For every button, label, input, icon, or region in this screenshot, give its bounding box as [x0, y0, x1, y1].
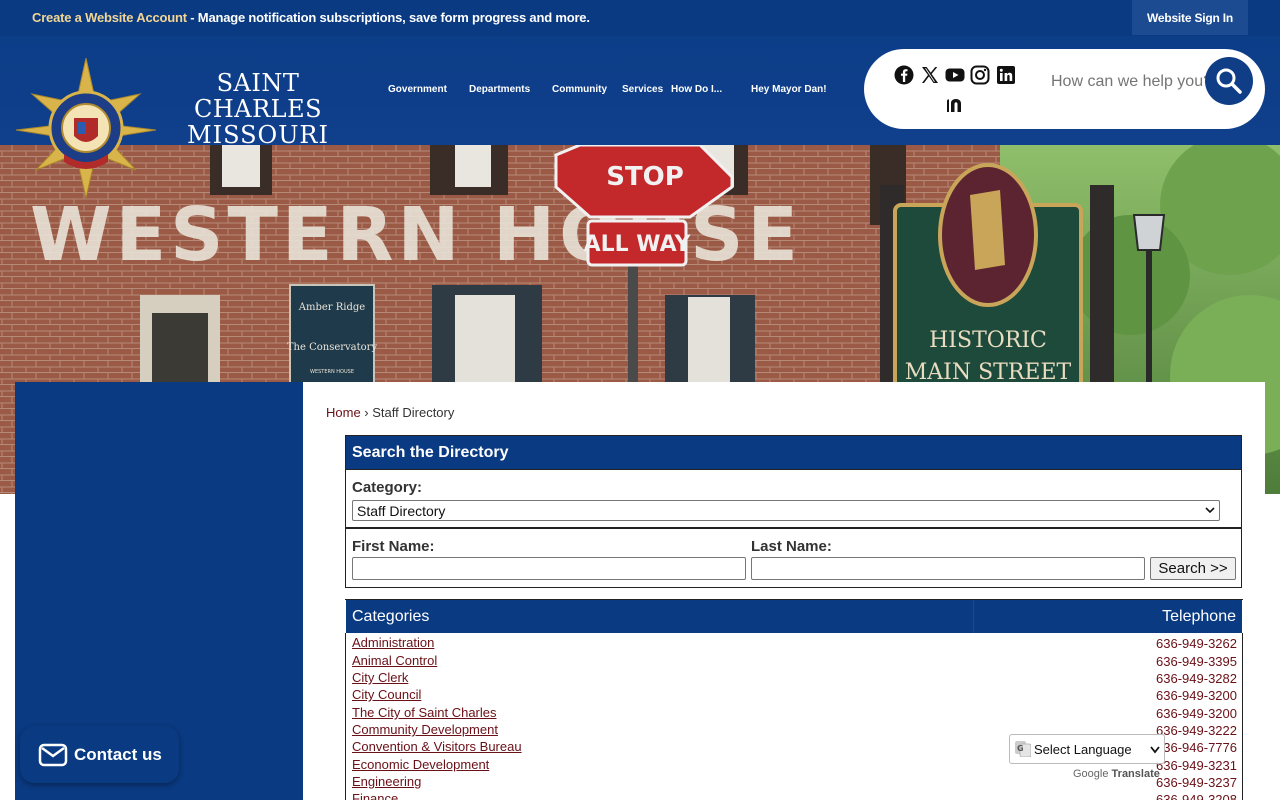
table-row: City Clerk 636-949-3282	[346, 670, 1242, 687]
svg-text:The Conservatory: The Conservatory	[287, 342, 378, 353]
select-language-label: Select Language	[1034, 742, 1132, 757]
first-name-input[interactable]	[352, 557, 746, 580]
svg-text:G: G	[1017, 744, 1024, 753]
search-button[interactable]	[1205, 57, 1253, 105]
envelope-icon	[38, 743, 68, 767]
col-telephone: Telephone	[1162, 608, 1236, 625]
svg-text:HISTORIC: HISTORIC	[929, 328, 1047, 353]
category-link-city-of-saint-charles[interactable]: The City of Saint Charles	[352, 705, 497, 720]
instagram-icon[interactable]	[970, 65, 990, 85]
breadcrumb-current: Staff Directory	[372, 405, 455, 420]
phone-number: 636-949-3222	[1156, 723, 1237, 738]
table-row: Animal Control 636-949-3395	[346, 653, 1242, 670]
contact-us-button[interactable]: Contact us	[20, 726, 179, 783]
col-categories: Categories	[352, 608, 430, 625]
breadcrumb: Home › Staff Directory	[326, 405, 454, 420]
category-select-value: Staff Directory	[357, 503, 446, 519]
wordmark-line1: SAINT CHARLES	[193, 69, 323, 123]
last-name-label: Last Name:	[751, 538, 832, 555]
phone-number: 636-949-3200	[1156, 706, 1237, 721]
top-bar: Create a Website Account - Manage notifi…	[0, 0, 1280, 36]
powered-by-google-translate[interactable]: Google Translate	[1073, 768, 1160, 780]
phone-number: 636-949-3231	[1156, 758, 1237, 773]
phone-number: 636-949-3237	[1156, 775, 1237, 790]
facebook-icon[interactable]	[894, 65, 914, 85]
category-link-finance[interactable]: Finance	[352, 791, 398, 800]
svg-text:STOP: STOP	[606, 162, 684, 192]
site-search-input[interactable]	[1051, 72, 1207, 92]
breadcrumb-home-link[interactable]: Home	[326, 405, 361, 420]
language-select[interactable]: G Select Language	[1009, 734, 1165, 764]
nav-how-do-i[interactable]: How Do I...	[671, 84, 722, 98]
directory-search-button[interactable]: Search >>	[1150, 557, 1236, 580]
svg-text:ALL WAY: ALL WAY	[584, 232, 692, 257]
search-panel-header: Search the Directory	[346, 436, 1241, 469]
account-message: Create a Website Account - Manage notifi…	[32, 10, 590, 25]
category-link-convention-visitors-bureau[interactable]: Convention & Visitors Bureau	[352, 739, 522, 754]
nav-hey-mayor-dan[interactable]: Hey Mayor Dan!	[751, 84, 827, 98]
x-icon[interactable]	[920, 65, 940, 85]
chevron-down-icon	[1150, 746, 1160, 754]
category-link-city-clerk[interactable]: City Clerk	[352, 670, 408, 685]
breadcrumb-separator: ›	[360, 405, 373, 420]
city-seal-logo[interactable]	[15, 57, 157, 199]
category-link-economic-development[interactable]: Economic Development	[352, 757, 489, 772]
table-row: Finance 636-949-3208	[346, 791, 1242, 800]
category-label: Category:	[352, 479, 423, 496]
phone-number: 636-946-7776	[1156, 740, 1237, 755]
phone-number: 636-949-3262	[1156, 636, 1237, 651]
svg-text:Amber Ridge: Amber Ridge	[298, 302, 366, 313]
google-logo-text: Google	[1073, 768, 1109, 780]
category-link-engineering[interactable]: Engineering	[352, 774, 421, 789]
first-name-label: First Name:	[352, 538, 435, 555]
category-link-animal-control[interactable]: Animal Control	[352, 653, 437, 668]
youtube-icon[interactable]	[945, 65, 965, 85]
category-link-city-council[interactable]: City Council	[352, 687, 421, 702]
phone-number: 636-949-3208	[1156, 792, 1237, 800]
phone-number: 636-949-3395	[1156, 654, 1237, 669]
nav-government[interactable]: Government	[388, 84, 447, 98]
nav-community[interactable]: Community	[552, 84, 607, 98]
category-select[interactable]: Staff Directory	[352, 500, 1220, 521]
nextdoor-icon[interactable]	[945, 95, 965, 115]
table-row: The City of Saint Charles 636-949-3200	[346, 705, 1242, 722]
directory-table-header: Categories Telephone	[346, 600, 1242, 633]
chevron-down-icon	[1205, 507, 1215, 514]
category-link-administration[interactable]: Administration	[352, 635, 434, 650]
google-translate-icon: G	[1015, 741, 1031, 757]
svg-text:WESTERN HOUSE: WESTERN HOUSE	[310, 369, 354, 375]
phone-number: 636-949-3200	[1156, 688, 1237, 703]
category-link-community-development[interactable]: Community Development	[352, 722, 498, 737]
nav-services[interactable]: Services	[622, 84, 663, 98]
table-row: Administration 636-949-3262	[346, 635, 1242, 652]
contact-us-label: Contact us	[74, 745, 162, 764]
table-row: City Council 636-949-3200	[346, 687, 1242, 704]
website-signin-button[interactable]: Website Sign In	[1132, 0, 1248, 35]
phone-number: 636-949-3282	[1156, 671, 1237, 686]
last-name-input[interactable]	[751, 557, 1145, 580]
search-panel-title: Search the Directory	[352, 444, 509, 461]
linkedin-icon[interactable]	[996, 65, 1016, 85]
search-icon	[1216, 68, 1242, 94]
nav-departments[interactable]: Departments	[469, 84, 530, 98]
translate-text: Translate	[1111, 768, 1160, 780]
account-message-text: - Manage notification subscriptions, sav…	[186, 10, 590, 25]
create-account-link[interactable]: Create a Website Account	[32, 10, 187, 25]
city-wordmark[interactable]: SAINT CHARLES MISSOURI	[152, 70, 364, 148]
